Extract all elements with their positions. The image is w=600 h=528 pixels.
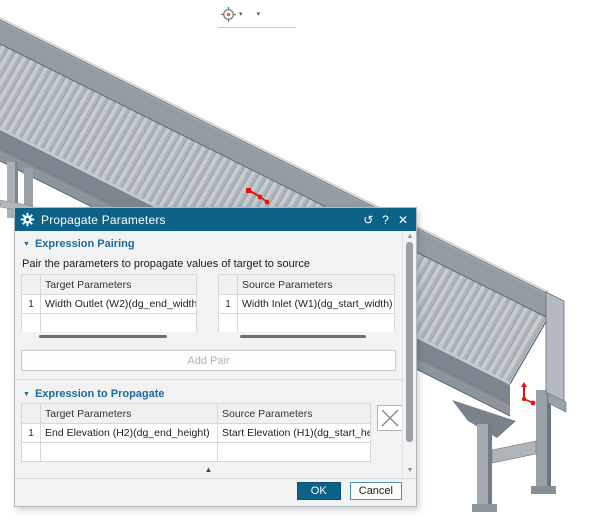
target-parameters-header: Target Parameters xyxy=(41,404,218,424)
hscrollbar-thumb[interactable] xyxy=(39,335,167,338)
table-row[interactable]: 1 Width Inlet (W1)(dg_start_width) xyxy=(219,295,395,314)
section-label: Expression Pairing xyxy=(35,238,135,250)
pmi-marker-lower[interactable] xyxy=(521,382,535,405)
section-divider xyxy=(15,379,402,383)
corner-header-cell xyxy=(22,404,41,424)
table-row[interactable]: 1 Width Outlet (W2)(dg_end_width) xyxy=(22,295,197,314)
gear-icon xyxy=(20,212,35,227)
snap-point-mini-toolbar: ▾ ▾ xyxy=(218,3,296,28)
dialog-title: Propagate Parameters xyxy=(41,213,363,227)
button-bar-divider xyxy=(15,478,416,479)
help-icon[interactable]: ? xyxy=(382,214,389,226)
source-parameters-header: Source Parameters xyxy=(218,404,371,424)
collapse-triangle-icon: ▼ xyxy=(23,241,30,248)
reset-icon[interactable]: ↺ xyxy=(363,214,373,226)
vscrollbar-thumb[interactable] xyxy=(406,242,413,442)
table-row[interactable]: 1 End Elevation (H2)(dg_end_height) Star… xyxy=(22,424,371,443)
table-row-empty[interactable] xyxy=(219,314,395,333)
source-parameter-cell: Start Elevation (H1)(dg_start_height) xyxy=(218,424,371,443)
dialog-body: ▼ Expression Pairing Pair the parameters… xyxy=(15,231,416,506)
section-expression-to-propagate[interactable]: ▼ Expression to Propagate xyxy=(23,387,165,401)
origin-dropdown-arrow[interactable]: ▾ xyxy=(239,11,243,18)
more-tools-dropdown[interactable]: ▾ xyxy=(255,10,263,19)
target-parameters-table: Target Parameters 1 Width Outlet (W2)(dg… xyxy=(21,274,197,333)
scroll-down-icon[interactable]: ▼ xyxy=(403,467,417,474)
section-label: Expression to Propagate xyxy=(35,388,165,400)
corner-header-cell xyxy=(22,275,41,295)
collapse-triangle-icon: ▼ xyxy=(23,391,30,398)
source-parameter-cell: Width Inlet (W1)(dg_start_width) xyxy=(238,295,395,314)
section-expression-pairing[interactable]: ▼ Expression Pairing xyxy=(23,237,135,251)
source-table-hscrollbar[interactable] xyxy=(218,332,395,341)
dialog-collapse-toggle[interactable]: ▲ xyxy=(15,465,402,474)
source-parameters-table: Source Parameters 1 Width Inlet (W1)(dg_… xyxy=(218,274,395,333)
target-parameters-header: Target Parameters xyxy=(41,275,197,295)
add-pair-button[interactable]: Add Pair xyxy=(21,350,396,371)
delete-pair-button[interactable] xyxy=(377,405,403,431)
dialog-button-row: OK Cancel xyxy=(297,482,402,500)
hscrollbar-thumb[interactable] xyxy=(240,335,366,338)
propagate-parameters-dialog: Propagate Parameters ↺ ? ✕ ▼ Expression … xyxy=(14,207,417,507)
corner-header-cell xyxy=(219,275,238,295)
origin-tool-button[interactable]: ▾ xyxy=(218,5,245,24)
close-icon[interactable]: ✕ xyxy=(398,214,408,226)
target-parameter-cell: End Elevation (H2)(dg_end_height) xyxy=(41,424,218,443)
cancel-button[interactable]: Cancel xyxy=(350,482,402,500)
table-row-empty[interactable] xyxy=(22,314,197,333)
origin-target-icon xyxy=(220,6,237,23)
dialog-vscrollbar[interactable]: ▲ ▼ xyxy=(402,231,416,476)
scroll-up-icon[interactable]: ▲ xyxy=(403,233,417,240)
target-table-hscrollbar[interactable] xyxy=(21,332,197,341)
expression-propagate-table: Target Parameters Source Parameters 1 En… xyxy=(21,403,371,462)
ok-button[interactable]: OK xyxy=(297,482,341,500)
dialog-titlebar[interactable]: Propagate Parameters ↺ ? ✕ xyxy=(15,208,416,231)
conveyor-end-plate xyxy=(546,292,566,412)
target-parameter-cell: Width Outlet (W2)(dg_end_width) xyxy=(41,295,197,314)
source-parameters-header: Source Parameters xyxy=(238,275,395,295)
pairing-instruction: Pair the parameters to propagate values … xyxy=(22,258,310,270)
x-delete-icon xyxy=(378,406,402,430)
table-row-empty[interactable] xyxy=(22,443,371,462)
chevron-down-icon: ▾ xyxy=(257,11,261,18)
